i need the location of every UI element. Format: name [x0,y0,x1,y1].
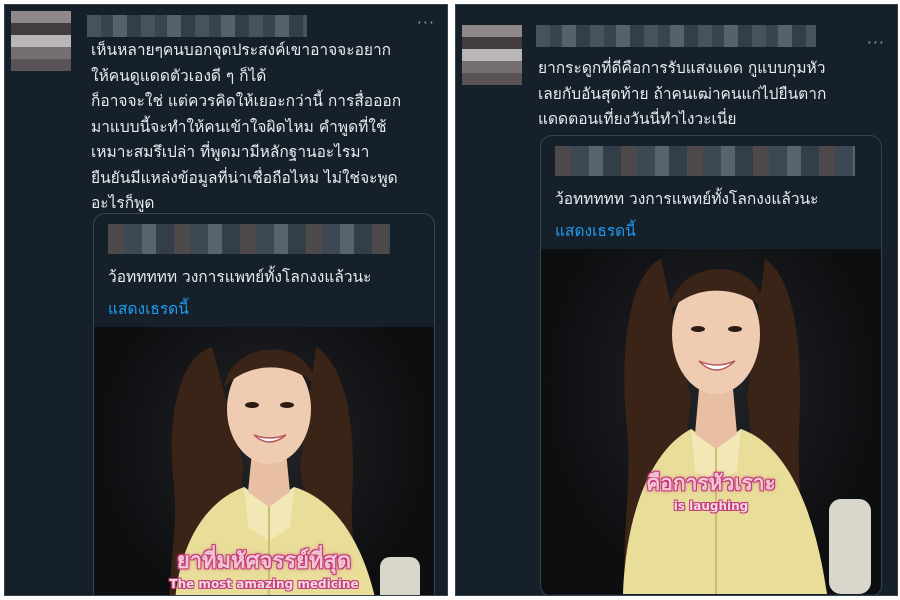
tweet-text: เห็นหลายๆคนบอกจุดประสงค์เขาอาจจะอยาก ให้… [91,41,402,212]
tweet-text: ยากระดูกที่ดีคือการรับแสงแดด กูแบบกุมหัว… [538,59,827,128]
quoted-tweet-text: ว้อททททท วงการแพทย์ทั้งโลกงงแล้วนะ [555,190,819,208]
woman-figure-image [623,259,871,594]
avatar[interactable] [462,25,522,85]
video-caption-english: is laughing [673,499,749,513]
author-name-blurred[interactable] [87,15,307,37]
quoted-author-blurred [555,146,855,176]
more-options-icon[interactable]: ··· [417,15,435,31]
video-player[interactable]: ยาที่มหัศจรรย์ที่สุด The most amazing me… [94,327,434,595]
show-thread-link[interactable]: แสดงเธรดนี้ [108,296,189,321]
video-caption-english: The most amazing medicine [169,577,359,591]
avatar[interactable] [11,11,71,71]
quoted-author-blurred [108,224,390,254]
video-player[interactable]: คือการหัวเราะ is laughing [541,249,881,594]
tweet-right[interactable]: ··· ยากระดูกที่ดีคือการรับแสงแดด กูแบบกุ… [455,4,898,596]
video-caption-thai: ยาที่มหัศจรรย์ที่สุด [176,549,352,574]
show-thread-link[interactable]: แสดงเธรดนี้ [555,218,636,243]
video-caption-thai: คือการหัวเราะ [646,471,776,495]
author-name-blurred[interactable] [536,25,816,47]
more-options-icon[interactable]: ··· [867,35,885,51]
tweet-left[interactable]: ··· เห็นหลายๆคนบอกจุดประสงค์เขาอาจจะอยาก… [4,4,448,596]
quoted-tweet[interactable]: ว้อททททท วงการแพทย์ทั้งโลกงงแล้วนะ แสดงเ… [540,135,882,595]
quoted-tweet-text: ว้อททททท วงการแพทย์ทั้งโลกงงแล้วนะ [108,268,372,286]
quoted-tweet[interactable]: ว้อททททท วงการแพทย์ทั้งโลกงงแล้วนะ แสดงเ… [93,213,435,595]
